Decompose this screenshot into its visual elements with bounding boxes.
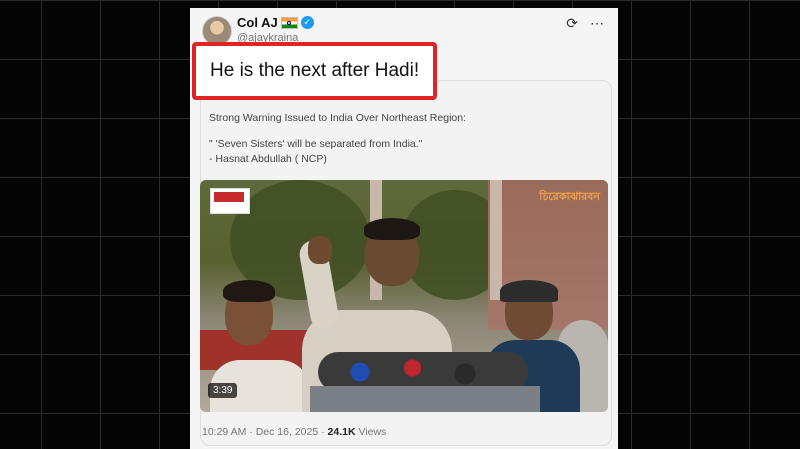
person-right-cap	[500, 280, 558, 302]
speaker-hair	[364, 218, 420, 240]
views-label: Views	[358, 426, 387, 438]
channel-logo	[210, 188, 250, 214]
tweet-meta: 10:29 AM · Dec 16, 2025 · 24.1K Views	[202, 426, 386, 438]
grok-icon[interactable]: ⟳	[566, 16, 578, 30]
video-watermark: চিরেকাঝারবন	[539, 191, 600, 203]
meta-separator: ·	[249, 426, 253, 438]
tweet-actions-top: ⟳ ⋯	[566, 16, 604, 30]
tweet-date[interactable]: Dec 16, 2025	[256, 426, 318, 438]
verified-badge-icon: ✓	[300, 16, 314, 29]
podium	[310, 386, 540, 412]
author-row: Col AJ ✓	[237, 15, 314, 30]
meta-separator: ·	[321, 426, 325, 438]
video-player[interactable]: চিরেকাঝারবন 3:39	[200, 180, 608, 412]
author-name[interactable]: Col AJ	[237, 15, 278, 30]
speaker-hand	[308, 236, 332, 264]
quote-line-1: Strong Warning Issued to India Over Nort…	[209, 112, 466, 124]
more-icon[interactable]: ⋯	[590, 16, 604, 30]
quote-line-3: - Hasnat Abdullah ( NCP)	[209, 153, 327, 165]
person-left-hair	[223, 280, 275, 302]
tweet-text-highlight: He is the next after Hadi!	[192, 42, 437, 100]
tweet-card: Col AJ ✓ @ajaykraina ⟳ ⋯ Strong Warning …	[190, 8, 618, 449]
quote-line-2: " 'Seven Sisters' will be separated from…	[209, 138, 423, 150]
views-count: 24.1K	[327, 426, 356, 438]
quoted-post-text: Strong Warning Issued to India Over Nort…	[209, 111, 599, 167]
india-flag-icon	[280, 16, 298, 29]
video-duration: 3:39	[208, 383, 238, 398]
background-pillar	[490, 180, 502, 300]
tweet-time[interactable]: 10:29 AM	[202, 426, 246, 438]
